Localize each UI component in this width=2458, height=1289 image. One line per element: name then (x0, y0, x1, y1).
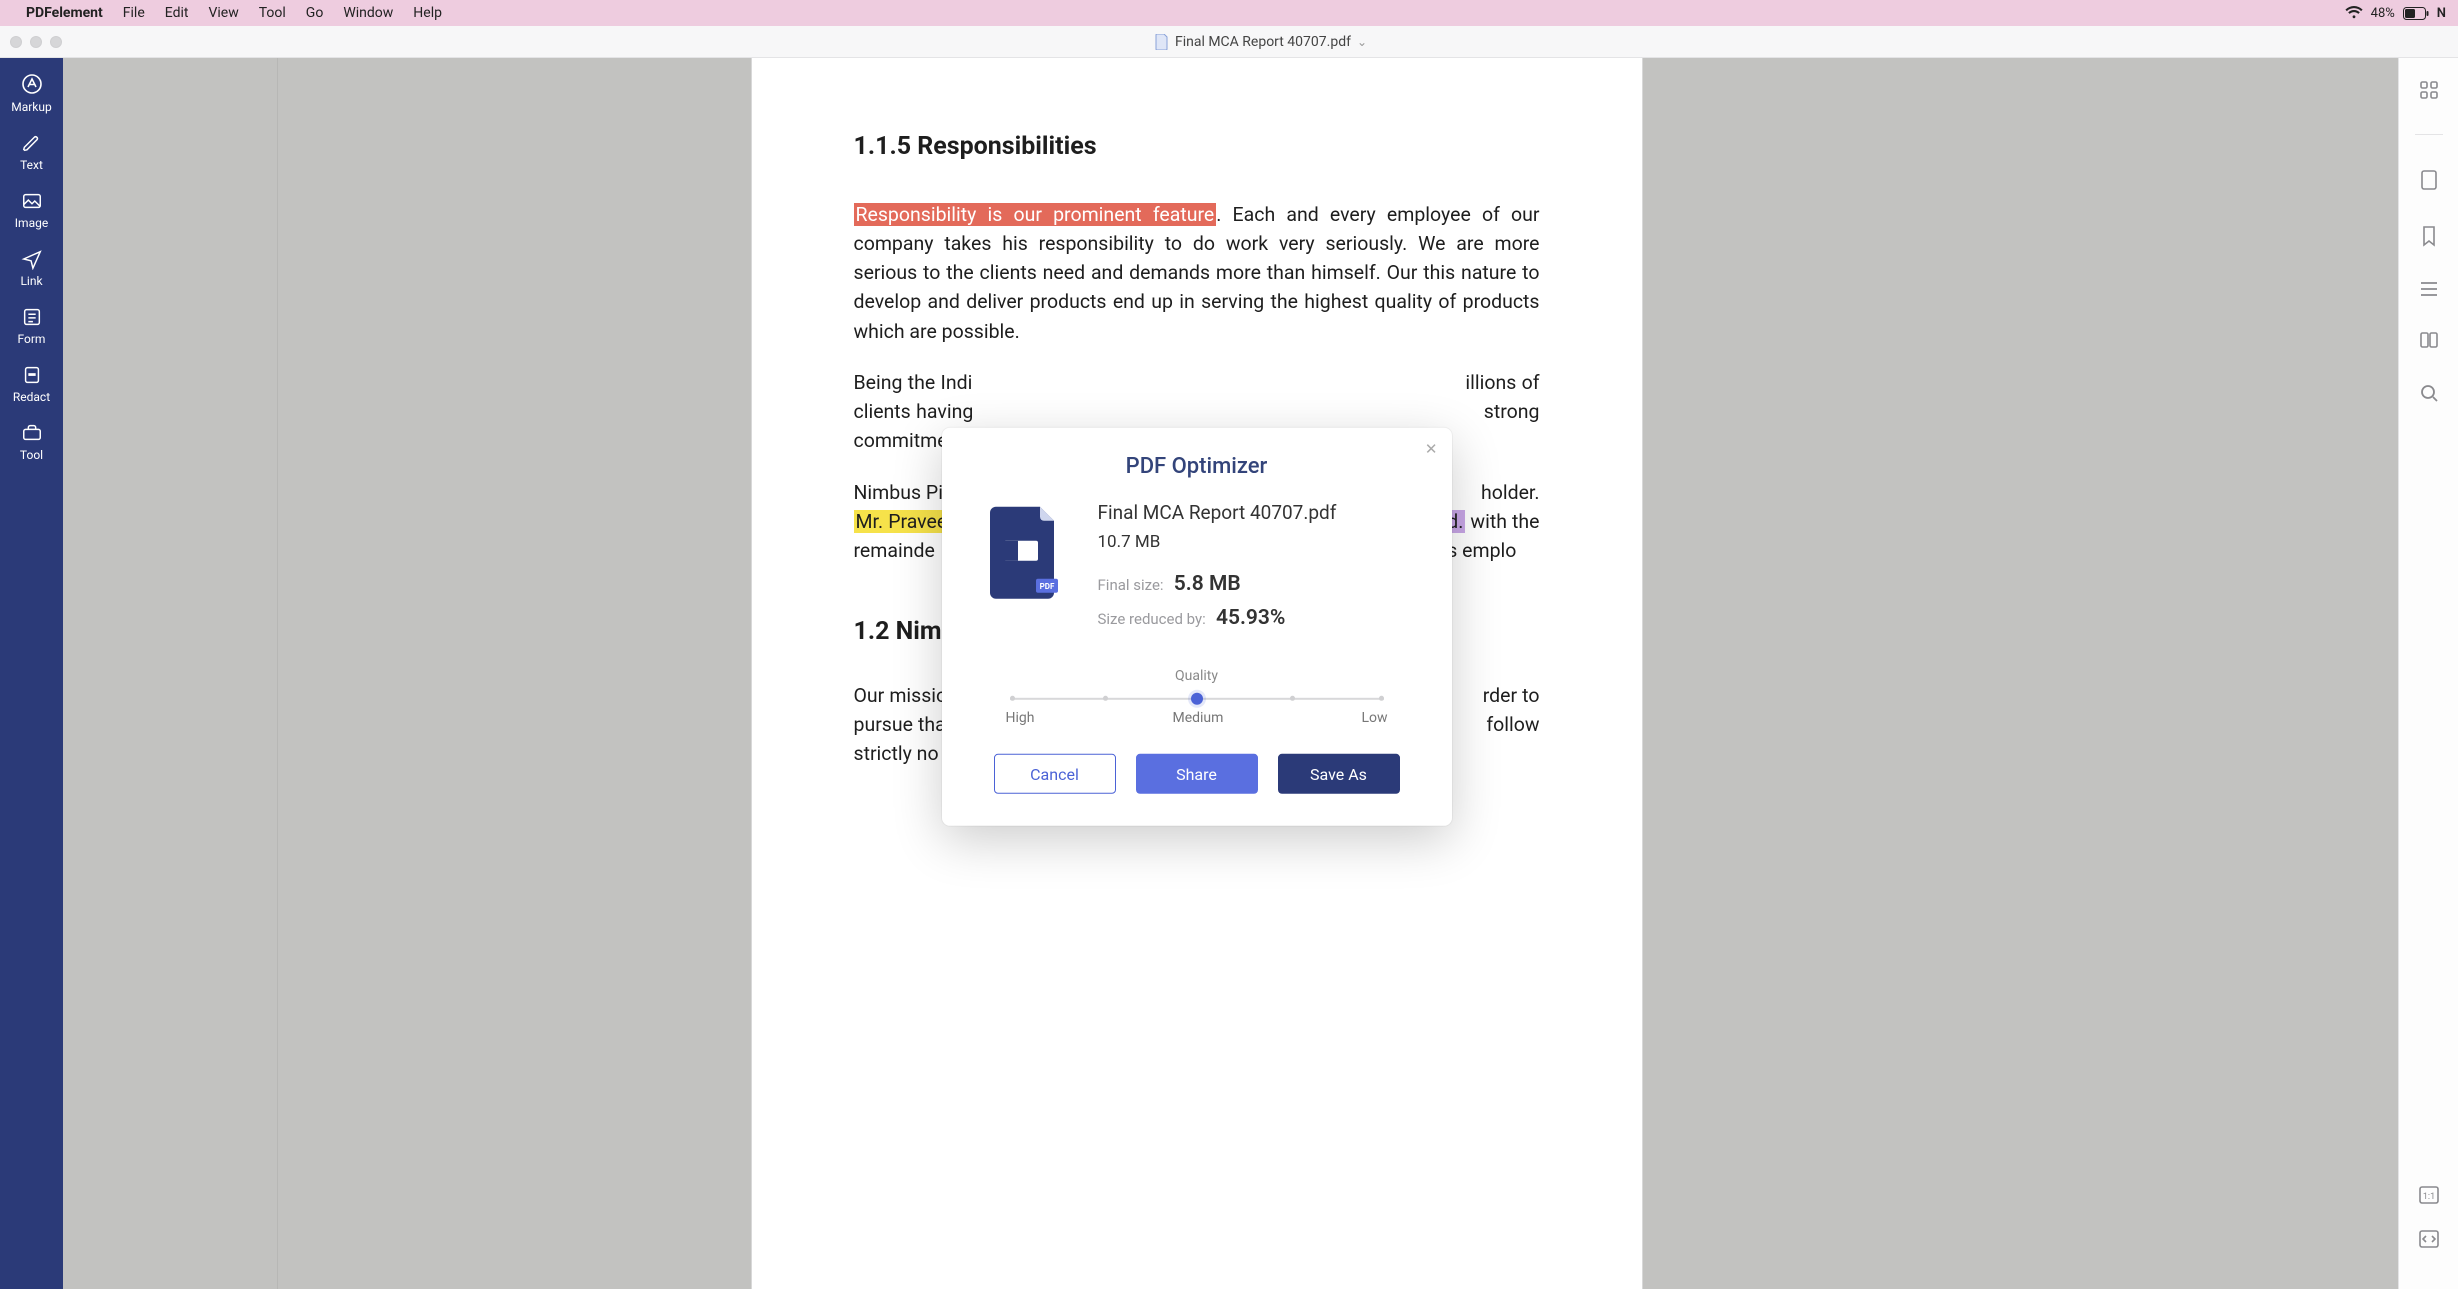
rail-text-label: Text (20, 158, 43, 172)
quality-medium-label: Medium (1172, 710, 1223, 726)
rail-form-label: Form (18, 332, 46, 346)
window-traffic-lights[interactable] (10, 36, 62, 48)
quality-low-label: Low (1361, 710, 1387, 726)
image-icon (21, 190, 43, 212)
menu-help[interactable]: Help (413, 5, 442, 21)
app-name[interactable]: PDFelement (26, 5, 103, 21)
final-size-value: 5.8 MB (1174, 572, 1241, 596)
search-icon[interactable] (2419, 383, 2439, 403)
p2a: Being the Indi (854, 371, 973, 394)
reduced-percent: 45.93% (1216, 606, 1285, 630)
document-title: Final MCA Report 40707.pdf (1175, 34, 1351, 50)
rail-form[interactable]: Form (0, 306, 63, 346)
menu-tool[interactable]: Tool (259, 5, 286, 21)
right-gutter (2115, 58, 2398, 1289)
menu-file[interactable]: File (123, 5, 145, 21)
section-heading: 1.1.5 Responsibilities (854, 128, 1540, 166)
menubar-more: N (2437, 6, 2446, 21)
window-close-icon[interactable] (10, 36, 22, 48)
workspace: Markup Text Image Link Form (0, 58, 2458, 1289)
rail-image-label: Image (15, 216, 48, 230)
save-as-button[interactable]: Save As (1278, 754, 1400, 794)
svg-text:1:1: 1:1 (2422, 1192, 2434, 1202)
optimizer-file-name: Final MCA Report 40707.pdf (1098, 501, 1416, 524)
wifi-icon[interactable] (2345, 6, 2363, 20)
close-icon[interactable]: ✕ (1425, 440, 1438, 458)
pdf-file-icon: PDF (978, 501, 1070, 605)
rail-redact-label: Redact (13, 390, 50, 404)
form-icon (21, 306, 43, 328)
macos-menubar: PDFelement File Edit View Tool Go Window… (0, 0, 2458, 26)
code-view-icon[interactable] (2418, 1229, 2440, 1249)
rail-markup[interactable]: Markup (0, 72, 63, 114)
rail-tool[interactable]: Tool (0, 422, 63, 462)
bookmark-icon[interactable] (2420, 225, 2438, 247)
toolbox-icon (21, 422, 43, 444)
left-tool-rail: Markup Text Image Link Form (0, 58, 63, 1289)
right-panel-rail: 1:1 (2398, 58, 2458, 1289)
battery-icon[interactable] (2403, 7, 2429, 20)
paragraph-1: Responsibility is our prominent feature.… (854, 200, 1540, 346)
highlight-red: Responsibility is our prominent feature (854, 203, 1217, 226)
menu-view[interactable]: View (208, 5, 238, 21)
window-minimize-icon[interactable] (30, 36, 42, 48)
left-gutter (63, 58, 278, 1289)
battery-percent: 48% (2371, 6, 2395, 21)
paperplane-icon (21, 248, 43, 270)
page-view-icon[interactable] (2420, 169, 2438, 191)
rail-image[interactable]: Image (0, 190, 63, 230)
window-zoom-icon[interactable] (50, 36, 62, 48)
pencil-icon (21, 132, 43, 154)
rail-link[interactable]: Link (0, 248, 63, 288)
rail-link-label: Link (20, 274, 42, 288)
pdf-optimizer-dialog: ✕ PDF Optimizer PDF Final MCA Report 407… (942, 428, 1452, 826)
optimizer-original-size: 10.7 MB (1098, 532, 1416, 552)
quality-slider[interactable] (1010, 698, 1384, 700)
rail-text[interactable]: Text (0, 132, 63, 172)
compare-icon[interactable] (2419, 331, 2439, 349)
fit-11-icon[interactable]: 1:1 (2418, 1185, 2440, 1205)
grid-view-icon[interactable] (2419, 80, 2439, 100)
menu-window[interactable]: Window (343, 5, 393, 21)
menu-go[interactable]: Go (306, 5, 324, 21)
menu-edit[interactable]: Edit (165, 5, 189, 21)
slider-thumb[interactable] (1191, 693, 1203, 705)
rail-redact[interactable]: Redact (0, 364, 63, 404)
document-icon (1155, 34, 1169, 50)
cancel-button[interactable]: Cancel (994, 754, 1116, 794)
quality-high-label: High (1006, 710, 1035, 726)
window-titlebar: Final MCA Report 40707.pdf ⌄ (0, 26, 2458, 58)
quality-label: Quality (1006, 668, 1388, 684)
title-dropdown-icon[interactable]: ⌄ (1357, 35, 1367, 49)
p3b: holder. (1481, 481, 1540, 504)
outline-icon[interactable] (2419, 281, 2439, 297)
final-size-label: Final size: (1098, 576, 1164, 594)
reduced-label: Size reduced by: (1098, 610, 1206, 628)
svg-text:PDF: PDF (1039, 582, 1054, 591)
rail-markup-label: Markup (11, 100, 52, 114)
markup-icon (20, 72, 44, 96)
share-button[interactable]: Share (1136, 754, 1258, 794)
quality-slider-block: Quality High Medium Low (1006, 668, 1388, 726)
rail-tool-label: Tool (20, 448, 43, 462)
redact-icon (21, 364, 43, 386)
dialog-title: PDF Optimizer (978, 454, 1416, 479)
page-area: 1.1.5 Responsibilities Responsibility is… (278, 58, 2115, 1289)
